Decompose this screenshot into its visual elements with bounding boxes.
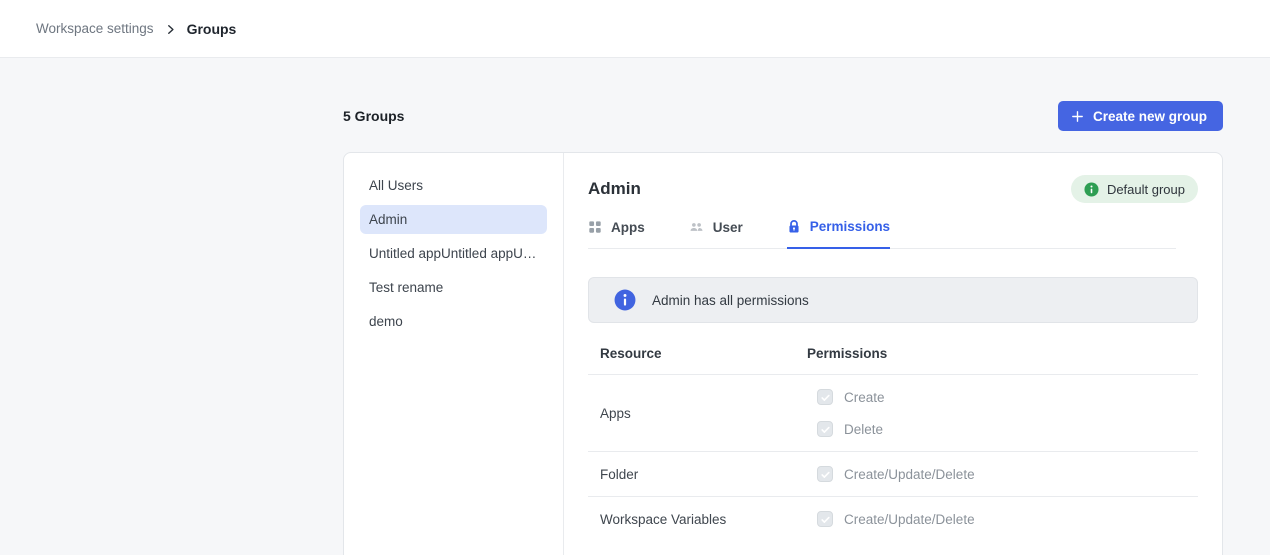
checkbox-checked-disabled[interactable] [817, 389, 833, 405]
default-group-badge-label: Default group [1107, 182, 1185, 197]
permission-workspace-variables-cud: Create/Update/Delete [817, 511, 1198, 527]
lock-icon [787, 219, 801, 234]
resource-label: Apps [600, 406, 807, 421]
chevron-right-icon [165, 24, 176, 35]
group-list-item-test-rename[interactable]: Test rename [360, 273, 547, 302]
group-item-label: demo [369, 314, 403, 329]
group-list-item-admin[interactable]: Admin [360, 205, 547, 234]
group-list-item-untitled-app[interactable]: Untitled appUntitled appUntitle… [360, 239, 547, 268]
info-icon [1084, 182, 1099, 197]
breadcrumb-groups: Groups [187, 21, 237, 37]
table-header-row: Resource Permissions [588, 337, 1198, 375]
tab-user-label: User [713, 220, 743, 235]
breadcrumb-workspace-settings[interactable]: Workspace settings [36, 21, 154, 36]
group-item-label: Untitled appUntitled appUntitle… [369, 246, 538, 261]
plus-icon [1071, 110, 1084, 123]
groups-toolbar: 5 Groups Create new group [343, 101, 1223, 131]
checkbox-checked-disabled[interactable] [817, 466, 833, 482]
group-list-item-all-users[interactable]: All Users [360, 171, 547, 200]
group-list-item-demo[interactable]: demo [360, 307, 547, 336]
checkbox-label: Delete [844, 422, 883, 437]
resource-label: Workspace Variables [600, 512, 807, 527]
group-item-label: All Users [369, 178, 423, 193]
checkbox-checked-disabled[interactable] [817, 421, 833, 437]
tab-user[interactable]: User [689, 219, 743, 248]
groups-count: 5 Groups [343, 108, 404, 124]
create-new-group-button[interactable]: Create new group [1058, 101, 1223, 131]
permission-folder-cud: Create/Update/Delete [817, 466, 1198, 482]
users-icon [689, 220, 704, 234]
top-header: Workspace settings Groups [0, 0, 1270, 58]
group-title: Admin [588, 179, 641, 199]
default-group-badge: Default group [1071, 175, 1198, 203]
group-detail-panel: Admin Default group [564, 153, 1222, 555]
group-list: All Users Admin Untitled appUntitled app… [344, 153, 564, 555]
checkbox-label: Create/Update/Delete [844, 467, 975, 482]
permissions-info-banner: Admin has all permissions [588, 277, 1198, 323]
group-item-label: Test rename [369, 280, 443, 295]
checkbox-label: Create [844, 390, 885, 405]
permission-apps-create: Create [817, 389, 1198, 405]
group-item-label: Admin [369, 212, 407, 227]
resource-label: Folder [600, 467, 807, 482]
tab-apps[interactable]: Apps [588, 219, 645, 248]
table-row-workspace-variables: Workspace Variables Create/Update/Delete [588, 497, 1198, 541]
breadcrumb: Workspace settings Groups [36, 21, 236, 37]
tab-permissions[interactable]: Permissions [787, 219, 890, 249]
tab-apps-label: Apps [611, 220, 645, 235]
create-new-group-label: Create new group [1093, 109, 1207, 124]
permissions-table: Resource Permissions Apps Create [588, 337, 1198, 541]
grid-icon [588, 220, 602, 234]
checkbox-label: Create/Update/Delete [844, 512, 975, 527]
table-row-folder: Folder Create/Update/Delete [588, 452, 1198, 497]
table-row-apps: Apps Create Delete [588, 375, 1198, 452]
column-header-resource: Resource [600, 346, 807, 361]
permission-apps-delete: Delete [817, 421, 1198, 437]
tab-permissions-label: Permissions [810, 219, 890, 234]
info-icon [614, 289, 636, 311]
checkbox-checked-disabled[interactable] [817, 511, 833, 527]
tab-bar: Apps User [588, 219, 1176, 249]
banner-text: Admin has all permissions [652, 293, 809, 308]
groups-card: All Users Admin Untitled appUntitled app… [343, 152, 1223, 555]
column-header-permissions: Permissions [807, 346, 1198, 361]
